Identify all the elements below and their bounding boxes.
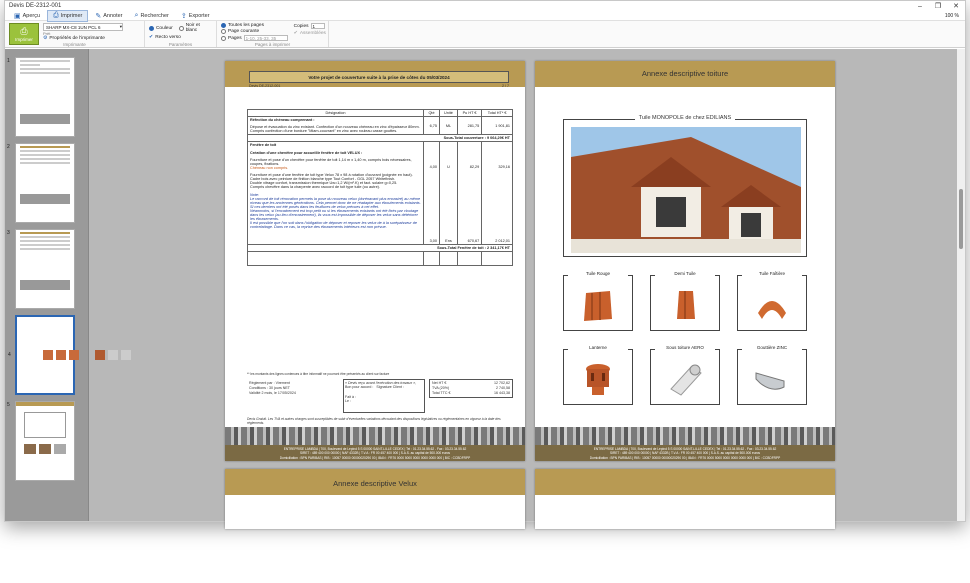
printer-group: ⎙ Imprimer SHARP MX-C8 1UN PCL 6 ▾ Prêt ⚙ P…: [5, 21, 145, 47]
company-footer: ENTREPRISE LAMBDA | 700, Boulevard de Le…: [535, 445, 835, 461]
ribbon: ⎙ Imprimer SHARP MX-C8 1UN PCL 6 ▾ Prêt ⚙ P…: [5, 21, 965, 48]
quote-table: Désignation Qté Unité Pu HT € Total HT* € Ré…: [247, 109, 513, 266]
ridge-tile-image: [758, 301, 786, 319]
payment-terms: Règlement par : Virement Conditions : 30 …: [249, 381, 296, 395]
thumbnail-page[interactable]: 1: [7, 57, 75, 137]
thumbnail-panel: 1 2 3 4 5: [5, 49, 131, 521]
zinc-gutter-image: [755, 372, 785, 390]
pages-input[interactable]: 1-10, 25-33, 35: [243, 35, 288, 41]
red-tile-image: [584, 291, 612, 321]
tab-rechercher[interactable]: ⌕ Rechercher: [130, 11, 174, 21]
annex-title: Annexe descriptive toiture: [641, 69, 729, 78]
company-footer: ENTREPRISE LAMBDA | 700, Boulevard de Le…: [225, 445, 525, 461]
table-row: [247, 251, 513, 266]
lantern-image: [586, 364, 610, 395]
subtotal-row: Sous-Total Fenêtre de toit : 2 341,17€ H…: [247, 244, 513, 252]
velux-annex-title: Annexe descriptive Velux: [333, 479, 417, 488]
product-label: Lanterne: [568, 345, 628, 350]
printer-icon: ⎙: [20, 26, 28, 36]
search-icon: ⌕: [134, 11, 139, 19]
thumbnail-page[interactable]: 3: [7, 229, 75, 309]
quote-title: Votre projet de couverture suite à la pr…: [249, 71, 509, 83]
bw-radio[interactable]: [178, 25, 184, 31]
signature-box: « Devis reçu avant l'exécution des trava…: [343, 379, 425, 413]
page-number: 2 / 7: [502, 84, 509, 88]
tab-annoter[interactable]: ✎ Annoter: [90, 11, 127, 21]
toolbar-tabs: ▣ Aperçu ⎙ Imprimer ✎ Annoter ⌕ Rechercher ⇪…: [5, 9, 965, 22]
preview-window: Devis DE-2312-001 – ❐ ✕ ▣ Aperçu ⎙ Imprime…: [4, 0, 966, 529]
table-row: Fenêtre de toit Création d'une chevêtre …: [247, 141, 513, 245]
copies-stepper[interactable]: 1: [310, 23, 325, 29]
minimize-icon[interactable]: –: [911, 3, 929, 10]
current-page-radio[interactable]: [221, 29, 226, 34]
preview-icon: ▣: [14, 12, 21, 20]
subtotal-row: Sous-Total couverture : 9 064,29€ HT: [247, 134, 513, 142]
params-group: Couleur Noir et blanc ✔ Recto verso Paramè…: [145, 21, 217, 47]
printer-icon: ⎙: [53, 11, 59, 19]
next-page-blank: [535, 469, 835, 529]
printer-select[interactable]: SHARP MX-C8 1UN PCL 6 ▾: [43, 23, 123, 31]
share-icon: ⇪: [180, 12, 187, 20]
city-skyline: [535, 427, 835, 447]
printer-properties-link[interactable]: ⚙ Propriétés de l'imprimante: [43, 36, 123, 41]
scrollbar-thumb[interactable]: [959, 189, 963, 249]
next-page-velux: Annexe descriptive Velux: [225, 469, 525, 529]
quote-page: Votre projet de couverture suite à la pr…: [225, 61, 525, 461]
pages-group: Toutes les pages Page courante Pages 1-10…: [217, 21, 329, 47]
title-bar: Devis DE-2312-001 – ❐ ✕: [5, 1, 965, 11]
maximize-icon[interactable]: ❐: [929, 2, 947, 10]
annex-page: Annexe descriptive toiture Tuile MONOPOL…: [535, 61, 835, 461]
thumbnail-page[interactable]: 5: [7, 401, 75, 481]
pages-radio[interactable]: [221, 35, 226, 41]
chevron-down-icon: ▾: [119, 24, 122, 29]
half-tile-image: [677, 291, 695, 319]
collate-checkbox[interactable]: ✔: [294, 30, 298, 36]
thumbnail-page-selected[interactable]: 4: [8, 315, 131, 395]
product-label: Tuile Rouge: [568, 271, 628, 276]
underlay-roll-image: [670, 364, 702, 396]
product-label: Sous toiture AERO: [655, 345, 715, 350]
city-skyline: [225, 427, 525, 447]
product-label: Gouttière ZINC: [742, 345, 802, 350]
color-radio[interactable]: [149, 25, 154, 31]
tab-apercu[interactable]: ▣ Aperçu: [9, 11, 45, 21]
legal-note: Devis Gratuit. Les TVA et autres charges…: [247, 417, 501, 425]
vertical-scrollbar[interactable]: [957, 49, 965, 521]
table-row: Réfection du chéneau comprenant : Dépose …: [247, 116, 513, 135]
pen-icon: ✎: [95, 12, 102, 20]
window-title: Devis DE-2312-001: [9, 3, 62, 9]
main-product-label: Tuile MONOPOLE de chez EDILIANS: [635, 115, 735, 121]
duplex-checkbox[interactable]: ✔: [149, 34, 153, 40]
house-roof-photo: [571, 127, 801, 253]
product-label: Tuile Faîtière: [742, 271, 802, 276]
thumbnail-page[interactable]: 2: [7, 143, 75, 223]
all-pages-radio[interactable]: [221, 23, 226, 28]
zoom-level: 100 %: [944, 12, 959, 19]
tab-exporter[interactable]: ⇪ Exporter: [176, 11, 215, 21]
settings-icon: ⚙: [43, 36, 48, 41]
product-label: Demi Tuile: [655, 271, 715, 276]
tab-imprimer[interactable]: ⎙ Imprimer: [47, 9, 89, 22]
footnote: ** les montants des lignes contenues à t…: [247, 372, 390, 376]
quote-ref: Devis DE-2312-001: [249, 84, 281, 88]
close-icon[interactable]: ✕: [947, 2, 965, 10]
preview-area: 1 2 3 4 5 Votre projet de couverture sui…: [5, 49, 965, 529]
table-header-row: Désignation Qté Unité Pu HT € Total HT* €: [247, 109, 513, 117]
totals-box: Net HT €12 702,62 TVA (20%) 2 740,58 Tota…: [429, 379, 513, 398]
